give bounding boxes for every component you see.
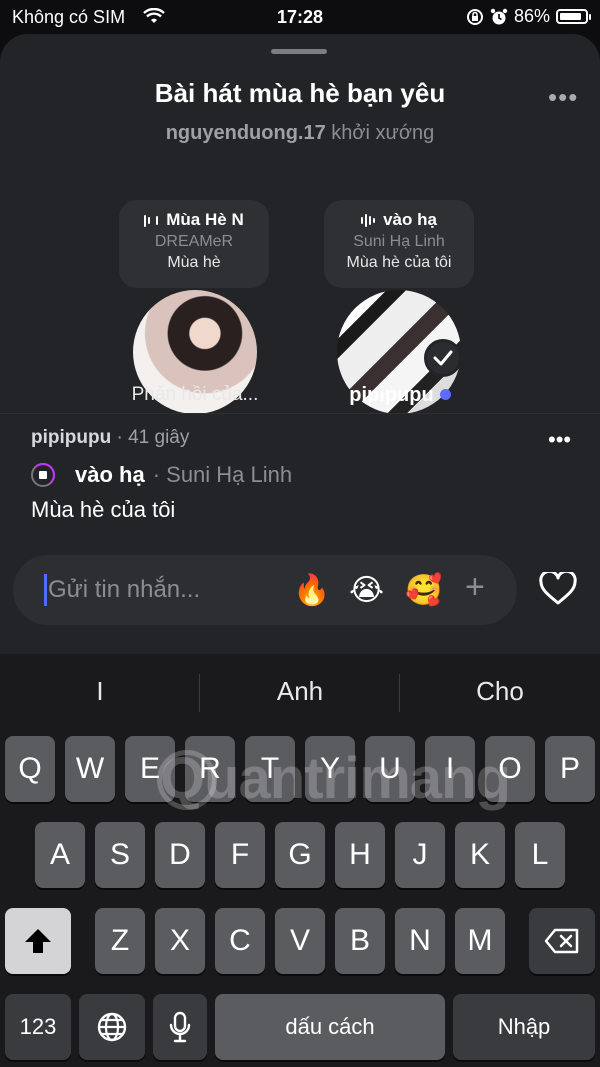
delete-key[interactable] [529, 908, 595, 974]
key-l[interactable]: L [515, 822, 565, 888]
key-z[interactable]: Z [95, 908, 145, 974]
checkmark-icon [424, 339, 462, 377]
bubble-note-2: Mùa hè của tôi [346, 254, 452, 271]
reply-message: Mùa hè của tôi [31, 497, 176, 522]
battery-percent: 86% [513, 6, 550, 26]
key-x[interactable]: X [155, 908, 205, 974]
online-dot-icon [439, 389, 451, 400]
return-key[interactable]: Nhập [453, 994, 595, 1060]
starter-line: nguyenduong.17 khởi xướng [0, 122, 600, 145]
reply-username[interactable]: pipipupu [31, 427, 111, 448]
stop-playback-icon[interactable] [31, 463, 55, 487]
keyboard: I Anh Cho QWERTYUIOPASDFGHJKLZXCVBNM 123… [0, 654, 600, 1067]
key-s[interactable]: S [95, 822, 145, 888]
starter-suffix: khởi xướng [331, 122, 435, 144]
text-caret [44, 574, 47, 606]
dictation-key[interactable] [153, 994, 207, 1060]
response-label-1[interactable]: Phản hồi của... [90, 384, 300, 406]
prompt-sheet: Bài hát mùa hè bạn yêu ••• nguyenduong.1… [0, 34, 600, 654]
microphone-icon [169, 1011, 191, 1043]
reply-header: pipipupu · 41 giây [31, 427, 189, 449]
key-k[interactable]: K [455, 822, 505, 888]
crying-emoji-button[interactable]: 😭 [349, 573, 384, 608]
suggestion-1[interactable]: I [0, 676, 200, 707]
space-key[interactable]: dấu cách [215, 994, 445, 1060]
song-bubble-1[interactable]: Mùa Hè N DREAMeR Mùa hè [119, 200, 269, 288]
alarm-icon [490, 8, 508, 24]
sheet-title: Bài hát mùa hè bạn yêu [154, 78, 446, 108]
bubble-song-2: vào hạ [324, 210, 474, 230]
key-v[interactable]: V [275, 908, 325, 974]
reply-song-title: vào hạ [75, 462, 145, 487]
bubble-note-1: Mùa hè [167, 254, 221, 271]
message-placeholder: Gửi tin nhắn... [48, 576, 201, 603]
song-bubble-2[interactable]: vào hạ Suni Hạ Linh Mùa hè của tôi [324, 200, 474, 288]
key-f[interactable]: F [215, 822, 265, 888]
orientation-lock-icon [466, 8, 483, 25]
shift-key[interactable] [5, 908, 71, 974]
numbers-key[interactable]: 123 [5, 994, 71, 1060]
more-options-icon[interactable]: ••• [548, 82, 578, 113]
reply-song-artist: · Suni Hạ Linh [152, 462, 293, 487]
add-emoji-icon[interactable]: + [465, 568, 485, 607]
audio-bars-icon [144, 214, 159, 227]
divider [0, 413, 600, 414]
reply-time: · 41 giây [116, 427, 190, 448]
key-d[interactable]: D [155, 822, 205, 888]
key-b[interactable]: B [335, 908, 385, 974]
battery-icon [556, 9, 591, 24]
backspace-icon [544, 928, 579, 954]
key-h[interactable]: H [335, 822, 385, 888]
watermark: Quantrimang [160, 746, 511, 811]
audio-bars-icon [361, 214, 376, 228]
response-label-2[interactable]: pipipupu [320, 384, 480, 407]
shift-icon [25, 929, 51, 953]
bubble-artist-1: DREAMeR [154, 233, 234, 250]
key-j[interactable]: J [395, 822, 445, 888]
reply-song[interactable]: vào hạ · Suni Hạ Linh [31, 462, 292, 488]
reply-more-icon[interactable]: ••• [548, 427, 571, 453]
suggestion-2[interactable]: Anh [200, 676, 400, 707]
key-n[interactable]: N [395, 908, 445, 974]
heart-icon[interactable] [539, 572, 577, 606]
key-q[interactable]: Q [5, 736, 55, 802]
key-p[interactable]: P [545, 736, 595, 802]
key-c[interactable]: C [215, 908, 265, 974]
message-input[interactable]: Gửi tin nhắn... 🔥 😭 🥰 + [13, 555, 517, 625]
globe-icon [97, 1012, 127, 1042]
smiling-hearts-emoji-button[interactable]: 🥰 [405, 573, 442, 608]
suggestion-3[interactable]: Cho [400, 676, 600, 707]
sheet-grabber[interactable] [271, 49, 327, 54]
bubble-song-1: Mùa Hè N [119, 210, 269, 230]
status-bar: Không có SIM 17:28 86% [0, 0, 600, 34]
fire-emoji-button[interactable]: 🔥 [293, 573, 330, 608]
globe-key[interactable] [79, 994, 145, 1060]
key-m[interactable]: M [455, 908, 505, 974]
starter-username[interactable]: nguyenduong.17 [166, 122, 326, 144]
key-g[interactable]: G [275, 822, 325, 888]
key-a[interactable]: A [35, 822, 85, 888]
key-w[interactable]: W [65, 736, 115, 802]
bubble-artist-2: Suni Hạ Linh [353, 233, 445, 250]
